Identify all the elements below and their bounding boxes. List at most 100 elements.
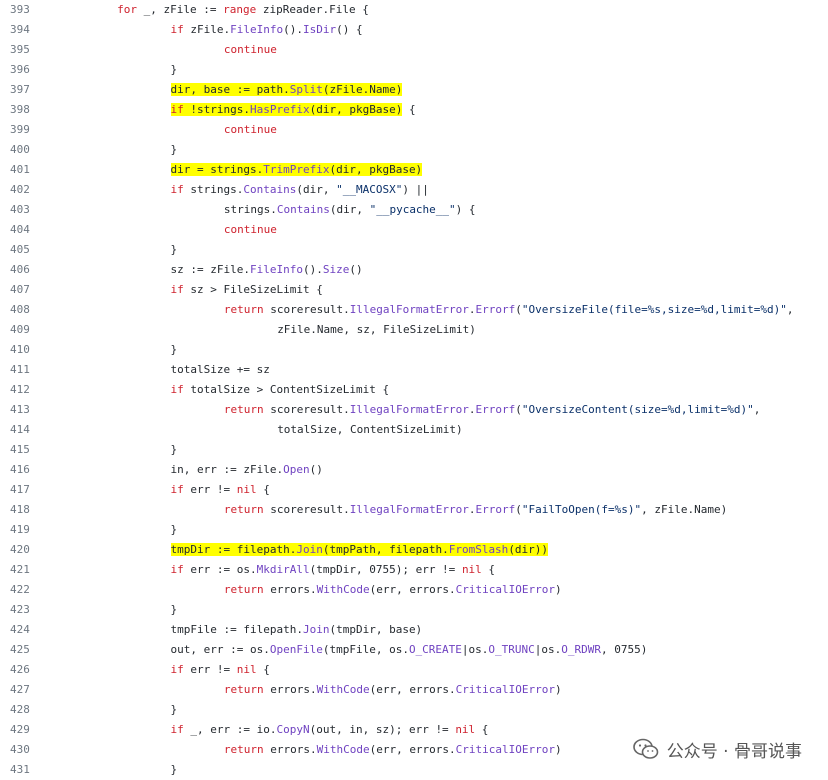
line-number: 407 [10,283,30,296]
code-token: ( [515,403,522,416]
highlight-mark: dir = strings.TrimPrefix(dir, pkgBase) [170,163,423,176]
line-number: 416 [10,463,30,476]
code-token: dir, base := path. [170,83,290,96]
code-token: } [170,443,178,456]
code-line: 402 if strings.Contains(dir, "__MACOSX") … [0,180,828,200]
code-text: zFile.Name, sz, FileSizeLimit) [277,320,476,340]
line-number: 430 [10,743,30,756]
code-line: 407 if sz > FileSizeLimit { [0,280,828,300]
watermark: 公众号 · 骨哥说事 [632,735,802,763]
code-token: strings. [183,183,244,196]
code-line: 425 out, err := os.OpenFile(tmpFile, os.O… [0,640,828,660]
line-number: 414 [10,423,30,436]
code-text: in, err := zFile.Open() [171,460,323,480]
code-text: sz := zFile.FileInfo().Size() [171,260,363,280]
code-token: (dir, pkgBase) [309,103,403,116]
code-line: 431} [0,760,828,780]
code-token: } [170,343,178,356]
code-token: strings. [223,203,277,216]
line-number: 419 [10,523,30,536]
code-line: 422 return errors.WithCode(err, errors.Cr… [0,580,828,600]
code-token: CriticalIOError [455,743,556,756]
code-text: if !strings.HasPrefix(dir, pkgBase) { [170,100,416,120]
code-text: if err != nil { [171,660,270,680]
code-line: 393 for _, zFile := range zipReader.File … [0,0,828,20]
line-number: 427 [10,683,30,696]
code-token: OpenFile [269,643,323,656]
code-token: WithCode [316,743,370,756]
code-token: tmpFile := filepath. [170,623,303,636]
code-text: if err != nil { [171,480,270,500]
code-token: . [468,403,476,416]
line-number: 426 [10,663,30,676]
code-token: return [223,403,264,416]
code-token: if [170,23,184,36]
code-token: continue [223,223,277,236]
code-token: } [170,703,178,716]
code-text: if err := os.MkdirAll(tmpDir, 0755); err… [171,560,496,580]
code-line: 415} [0,440,828,460]
code-token: (). [302,263,323,276]
code-token: (err, errors. [369,583,456,596]
code-token: WithCode [316,683,370,696]
code-token: O_RDWR [561,643,602,656]
code-token: scoreresult. [263,403,350,416]
code-token: nil [461,563,482,576]
code-text: return errors.WithCode(err, errors.Criti… [224,740,562,760]
code-token: if [170,663,184,676]
line-number: 394 [10,23,30,36]
code-token: } [170,143,178,156]
code-token: "__pycache__" [369,203,456,216]
code-token: IllegalFormatError [349,403,469,416]
code-token: Errorf [475,303,516,316]
code-token: "FailToOpen(f=%s)" [521,503,642,516]
code-line: 420 tmpDir := filepath.Join(tmpPath, file… [0,540,828,560]
code-text: return errors.WithCode(err, errors.Criti… [224,680,562,700]
code-token: { [256,663,270,676]
line-number: 399 [10,123,30,136]
code-token: (zFile.Name) [322,83,403,96]
watermark-text: 公众号 · 骨哥说事 [666,741,802,762]
code-token: FileInfo [230,23,284,36]
code-token: ( [515,503,522,516]
code-token: . [468,503,476,516]
highlight-mark: dir, base := path.Split(zFile.Name) [170,83,403,96]
code-line: 414 totalSize, ContentSizeLimit) [0,420,828,440]
code-token: IllegalFormatError [349,503,469,516]
highlight-mark: if !strings.HasPrefix(dir, pkgBase) [170,103,403,116]
code-token: ) || [402,183,429,196]
code-token: } [170,523,178,536]
code-token: Join [296,543,323,556]
code-line: 412 if totalSize > ContentSizeLimit { [0,380,828,400]
line-number: 401 [10,163,30,176]
code-line: 394 if zFile.FileInfo().IsDir() { [0,20,828,40]
code-token: if [170,283,184,296]
code-token: { [402,103,416,116]
code-text: } [171,760,178,780]
code-token: Contains [243,183,297,196]
code-token: totalSize += sz [170,363,270,376]
line-number: 410 [10,343,30,356]
code-token: "__MACOSX" [336,183,403,196]
code-text: totalSize += sz [171,360,270,380]
code-token: ) [555,683,562,696]
code-text: if _, err := io.CopyN(out, in, sz); err … [171,720,489,740]
code-text: if sz > FileSizeLimit { [171,280,323,300]
line-number: 405 [10,243,30,256]
code-token: dir = strings. [170,163,264,176]
code-token: (tmpPath, filepath. [322,543,449,556]
code-text: } [171,440,178,460]
code-token: (tmpDir, 0755); err != [309,563,462,576]
code-token: sz := zFile. [170,263,250,276]
code-token: for [117,3,138,16]
code-line: 428} [0,700,828,720]
line-number: 408 [10,303,30,316]
code-token: "OversizeFile(file=%s,size=%d,limit=%d)" [521,303,787,316]
code-token: if [170,483,184,496]
line-number: 412 [10,383,30,396]
code-token: () { [336,23,363,36]
code-token: (dir, [329,203,370,216]
code-line: 399 continue [0,120,828,140]
code-line: 400} [0,140,828,160]
code-token: sz > FileSizeLimit { [183,283,323,296]
